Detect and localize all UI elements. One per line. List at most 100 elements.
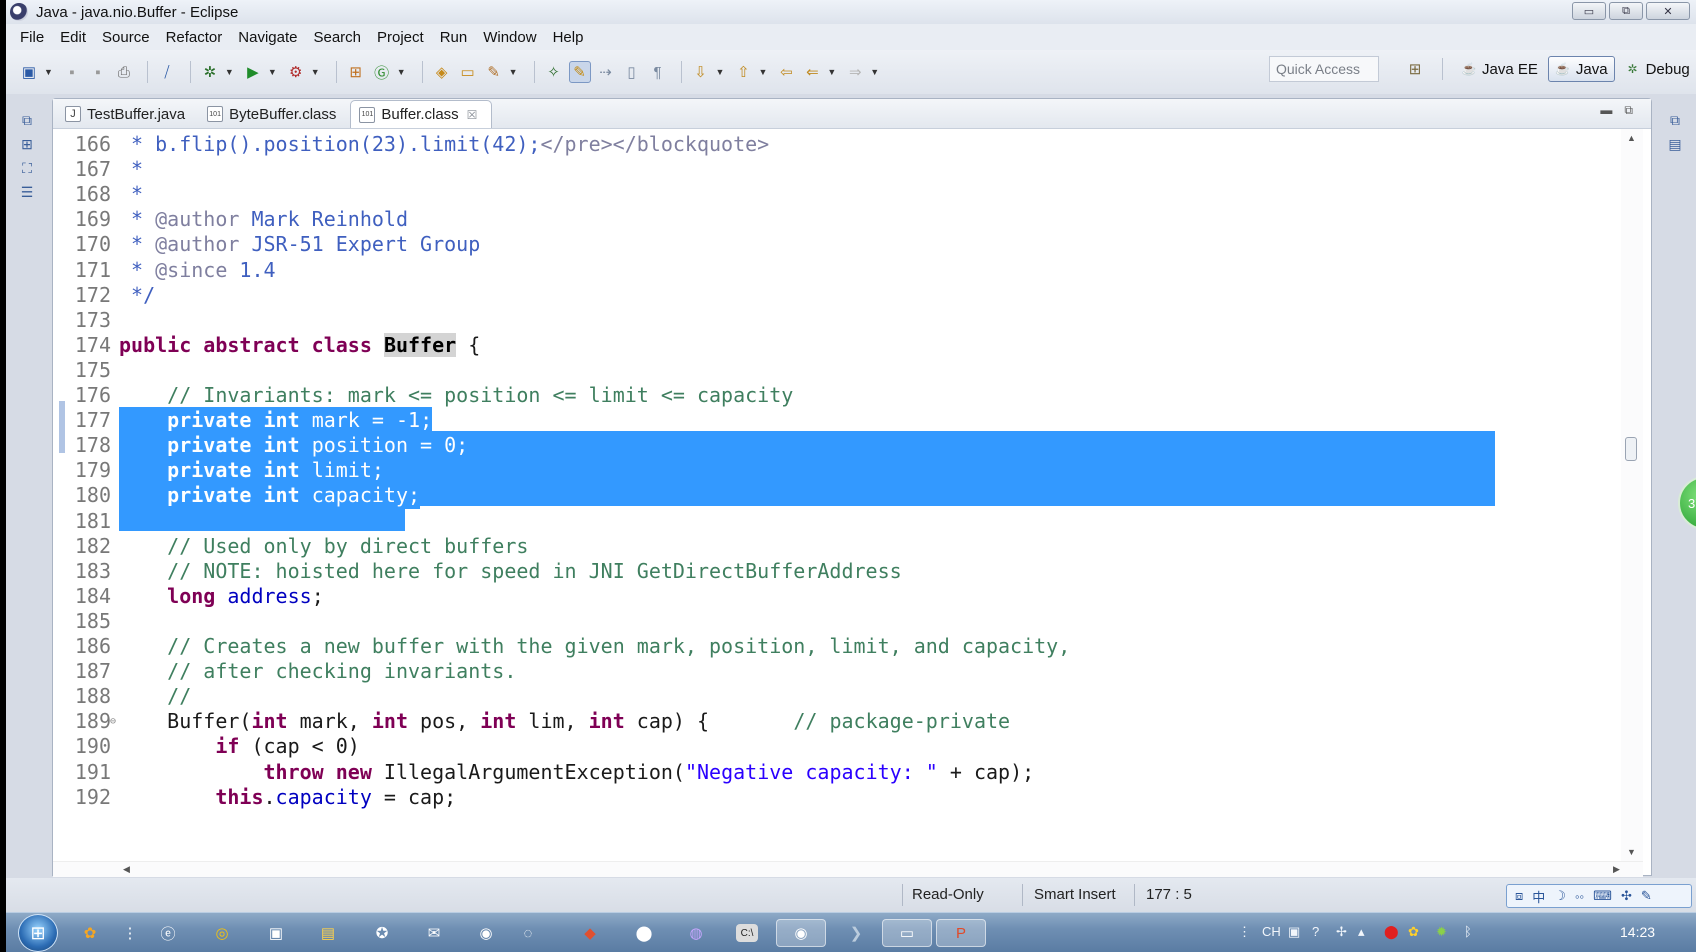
menu-navigate[interactable]: Navigate <box>230 29 305 46</box>
mark-occurrences-icon[interactable]: ✎ <box>568 61 591 83</box>
code-line[interactable]: 183 // NOTE: hoisted here for speed in J… <box>53 558 1619 585</box>
scrollbar-thumb[interactable] <box>1625 437 1637 461</box>
system-clock[interactable]: 14:23 <box>1620 924 1655 940</box>
next-annotation-dropdown-icon[interactable]: ▼ <box>716 67 725 77</box>
code-line[interactable]: 191 throw new IllegalArgumentException("… <box>53 759 1619 786</box>
previous-annotation-dropdown-icon[interactable]: ▼ <box>758 67 767 77</box>
fold-collapse-icon[interactable]: ⊖ <box>110 708 116 735</box>
code-line[interactable]: 177 private int mark = -1; <box>53 407 1619 435</box>
toggle-breadcrumb-icon[interactable]: ✧ <box>543 61 565 83</box>
code-line[interactable]: 190 if (cap < 0) <box>53 733 1619 760</box>
scroll-left-icon[interactable]: ◀ <box>123 864 130 875</box>
back-dropdown-icon[interactable]: ▼ <box>827 67 836 77</box>
file-explorer-icon[interactable]: ▤ <box>314 919 342 947</box>
open-perspective-icon[interactable]: ⊞ <box>1404 58 1426 80</box>
open-folder-icon[interactable]: ▭ <box>457 61 479 83</box>
search-dropdown-icon[interactable]: ▼ <box>509 67 518 77</box>
menu-source[interactable]: Source <box>94 29 158 46</box>
terminal-icon[interactable]: C:\ <box>736 924 758 942</box>
code-line[interactable]: 173 <box>53 307 1619 334</box>
minimize-button[interactable]: ▭ <box>1572 2 1606 20</box>
maximize-editor-icon[interactable]: ⧉ <box>1624 103 1633 118</box>
previous-annotation-icon[interactable]: ⇧ <box>732 61 754 83</box>
tray-app-icon[interactable]: ✿ <box>1408 924 1419 940</box>
code-line[interactable]: 180 private int capacity; <box>53 482 1619 510</box>
tray-app-icon[interactable]: ✢ <box>1336 924 1347 940</box>
code-line[interactable]: 184 long address; <box>53 583 1619 610</box>
code-line[interactable]: 166 * b.flip().position(23).limit(42);</… <box>53 131 1619 158</box>
search-tool-icon[interactable]: ✎ <box>483 61 505 83</box>
code-line[interactable]: 187 // after checking invariants. <box>53 658 1619 685</box>
debug-icon[interactable]: ✲ <box>199 61 221 83</box>
ime-tools-icon[interactable]: ✎ <box>1641 888 1652 904</box>
taskbar-app-icon[interactable]: ✿ <box>76 919 104 947</box>
minimize-editor-icon[interactable]: ▬ <box>1600 103 1612 118</box>
ime-settings-icon[interactable]: ✣ <box>1621 888 1632 904</box>
chat-icon[interactable]: ✉ <box>420 919 448 947</box>
external-tools-dropdown-icon[interactable]: ▼ <box>311 67 320 77</box>
code-line[interactable]: 176 // Invariants: mark <= position <= l… <box>53 382 1619 409</box>
perspective-debug[interactable]: ✲ Debug <box>1619 56 1696 82</box>
menu-run[interactable]: Run <box>432 29 476 46</box>
keyboard-layout-icon[interactable]: ▣ <box>1288 924 1300 940</box>
tray-app-icon[interactable]: ✹ <box>1436 924 1447 940</box>
start-button[interactable]: ⊞ <box>18 914 58 952</box>
code-line[interactable]: 172 */ <box>53 282 1619 309</box>
forward-icon[interactable]: ⇒ <box>844 61 866 83</box>
task-list-icon[interactable]: ▤ <box>1666 136 1684 154</box>
ime-moon-icon[interactable]: ☽ <box>1554 888 1566 904</box>
record-icon[interactable]: ⬤ <box>1384 924 1399 940</box>
help-icon[interactable]: ? <box>1312 924 1319 939</box>
last-edit-location-icon[interactable]: ⇦ <box>775 61 797 83</box>
taskbar-app-icon[interactable]: ⬤ <box>630 919 658 947</box>
tab-testbuffer-java[interactable]: J TestBuffer.java <box>57 100 199 128</box>
code-line[interactable]: 170 * @author JSR-51 Expert Group <box>53 231 1619 258</box>
code-line[interactable]: 171 * @since 1.4 <box>53 257 1619 284</box>
code-line[interactable]: 189 ⊖ Buffer(int mark, int pos, int lim, … <box>53 708 1619 735</box>
code-line[interactable]: 169 * @author Mark Reinhold <box>53 206 1619 233</box>
eclipse-taskbar-icon[interactable]: ◉ <box>776 919 826 947</box>
language-indicator[interactable]: CH <box>1262 924 1281 939</box>
menu-help[interactable]: Help <box>545 29 592 46</box>
menu-project[interactable]: Project <box>369 29 432 46</box>
skip-breakpoints-icon[interactable]: ⧸ <box>156 61 178 83</box>
scroll-down-icon[interactable]: ▼ <box>1627 847 1636 857</box>
restore-button[interactable]: ⧉ <box>1609 2 1643 20</box>
print-icon[interactable]: ⎙ <box>113 61 135 83</box>
save-icon[interactable]: ▪ <box>61 61 83 83</box>
code-editor[interactable]: 166 * b.flip().position(23).limit(42);</… <box>53 129 1619 861</box>
open-type-icon[interactable]: ◈ <box>431 61 453 83</box>
code-line[interactable]: 167 * <box>53 156 1619 183</box>
qq-icon[interactable]: ◉ <box>472 919 500 947</box>
new-dropdown-icon[interactable]: ▼ <box>44 67 53 77</box>
run-icon[interactable]: ▶ <box>242 61 264 83</box>
ime-punct-icon[interactable]: ◦◦ <box>1575 889 1584 904</box>
new-class-icon[interactable]: Ⓖ <box>371 61 393 83</box>
back-icon[interactable]: ⇐ <box>801 61 823 83</box>
code-line[interactable]: 182 // Used only by direct buffers <box>53 533 1619 560</box>
code-line[interactable]: 181 <box>53 508 1619 535</box>
run-dropdown-icon[interactable]: ▼ <box>268 67 277 77</box>
close-button[interactable]: ✕ <box>1646 2 1690 20</box>
forward-dropdown-icon[interactable]: ▼ <box>870 67 879 77</box>
menu-window[interactable]: Window <box>475 29 544 46</box>
code-line[interactable]: 175 <box>53 357 1619 384</box>
horizontal-scrollbar[interactable]: ◀ ▶ <box>53 861 1643 877</box>
menu-refactor[interactable]: Refactor <box>158 29 231 46</box>
taskbar-app-icon[interactable]: ◌ <box>514 919 542 947</box>
taskbar-app-icon[interactable]: ◆ <box>576 919 604 947</box>
type-hierarchy-icon[interactable]: ⛶ <box>18 160 36 178</box>
menu-search[interactable]: Search <box>305 29 369 46</box>
chrome-icon[interactable]: ◎ <box>208 919 236 947</box>
block-selection-icon[interactable]: ⇢ <box>595 61 617 83</box>
media-player-icon[interactable]: ▣ <box>262 919 290 947</box>
taskbar-app-icon[interactable]: ◍ <box>682 919 710 947</box>
taskbar-app-icon[interactable]: ❯ <box>842 919 870 947</box>
code-line[interactable]: 185 <box>53 608 1619 635</box>
menu-edit[interactable]: Edit <box>52 29 94 46</box>
show-hidden-icons[interactable]: ▴ <box>1358 924 1365 940</box>
restore-view-icon[interactable]: ⧉ <box>18 112 36 130</box>
scroll-up-icon[interactable]: ▲ <box>1627 133 1636 143</box>
new-class-dropdown-icon[interactable]: ▼ <box>397 67 406 77</box>
next-annotation-icon[interactable]: ⇩ <box>690 61 712 83</box>
